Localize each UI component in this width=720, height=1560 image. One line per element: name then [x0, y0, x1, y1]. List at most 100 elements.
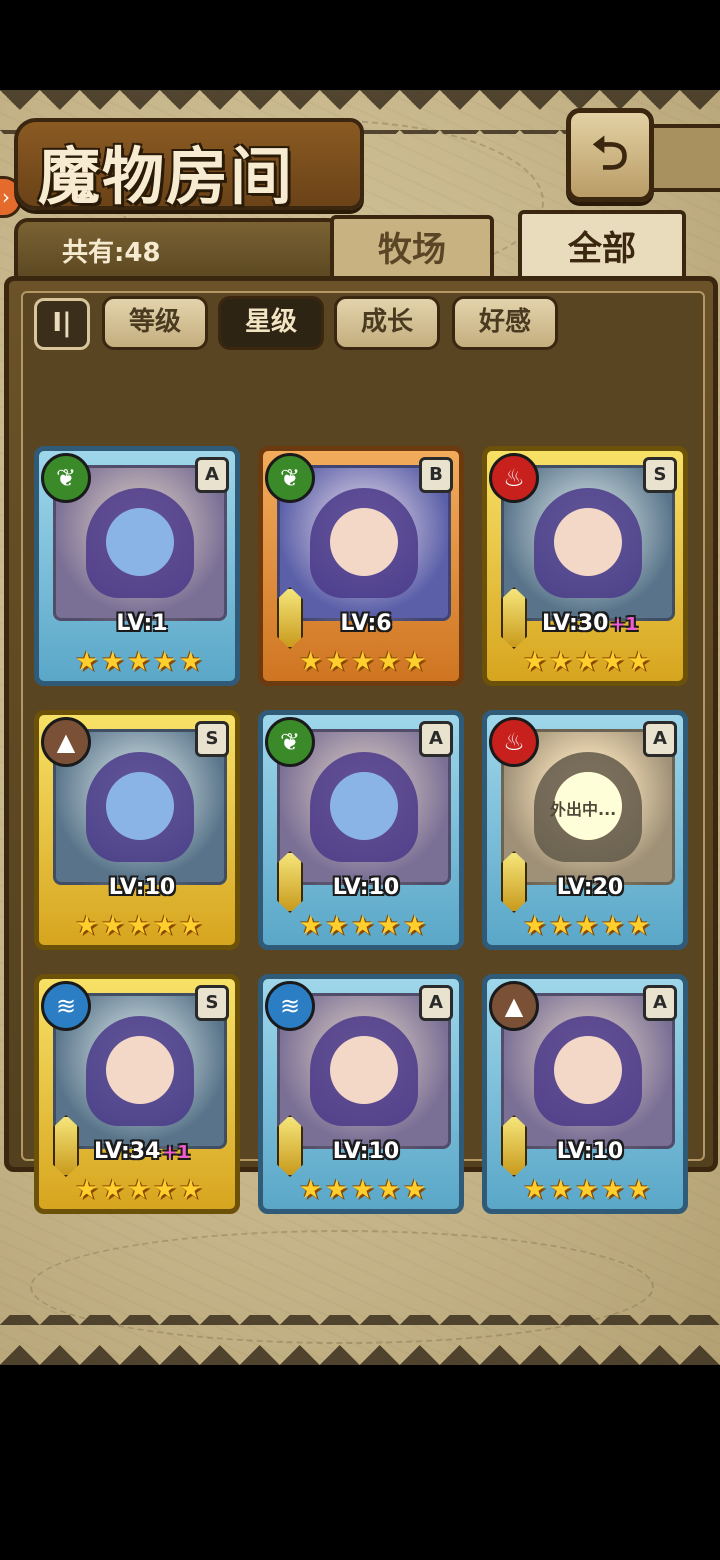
star-icon: ★	[627, 911, 651, 941]
star-icon: ★	[179, 911, 203, 941]
level-bonus: +1	[610, 614, 639, 635]
star-icon: ★	[153, 911, 177, 941]
star-rating: ★ ★ ★ ★ ★	[299, 647, 429, 681]
level-bonus: +1	[162, 1142, 191, 1163]
star-icon: ★	[549, 647, 573, 677]
level-label: LV:6	[340, 611, 392, 636]
rank-badge: S	[643, 457, 677, 493]
star-icon: ★	[299, 1175, 323, 1205]
monster-card[interactable]: ♨ S LV:30 +1 ★ ★ ★ ★ ★	[482, 446, 688, 686]
star-icon: ★	[325, 1175, 349, 1205]
earth-element-icon: ▲	[41, 717, 91, 767]
star-rating: ★ ★ ★ ★ ★	[75, 911, 205, 945]
star-icon: ★	[179, 647, 203, 677]
star-rating: ★ ★ ★ ★ ★	[75, 1175, 205, 1209]
monster-face	[330, 1036, 398, 1104]
star-icon: ★	[101, 1175, 125, 1205]
star-icon: ★	[523, 647, 547, 677]
monster-face	[106, 772, 174, 840]
star-icon: ★	[299, 911, 323, 941]
star-icon: ★	[523, 911, 547, 941]
star-icon: ★	[403, 911, 427, 941]
tab-ranch-label: 牧场	[378, 230, 446, 270]
star-icon: ★	[575, 1175, 599, 1205]
rank-badge: S	[195, 721, 229, 757]
tab-ranch[interactable]: 牧场	[330, 215, 494, 285]
page-title: 魔物房间	[38, 140, 295, 213]
sort-order-icon: I|	[52, 308, 72, 338]
rank-badge: A	[419, 721, 453, 757]
star-icon: ★	[601, 647, 625, 677]
monster-card[interactable]: ≋ S LV:34 +1 ★ ★ ★ ★ ★	[34, 974, 240, 1214]
star-icon: ★	[75, 1175, 99, 1205]
level-label: LV:34 +1	[93, 1139, 191, 1164]
nature-element-icon: ❦	[265, 453, 315, 503]
monster-face	[330, 508, 398, 576]
star-rating: ★ ★ ★ ★ ★	[75, 647, 205, 681]
back-button-rail	[644, 124, 720, 192]
monster-card[interactable]: ≋ A LV:10 ★ ★ ★ ★ ★	[258, 974, 464, 1214]
rank-badge: A	[195, 457, 229, 493]
rank-badge: B	[419, 457, 453, 493]
away-status: 外出中...	[550, 800, 617, 819]
filter-level-label: 等级	[128, 307, 181, 337]
nature-element-icon: ❦	[41, 453, 91, 503]
star-icon: ★	[299, 647, 323, 677]
rank-badge: S	[195, 985, 229, 1021]
back-arrow-icon: ⮌	[591, 126, 629, 180]
star-icon: ★	[351, 1175, 375, 1205]
filter-growth[interactable]: 成长	[334, 296, 440, 350]
level-label: LV:30 +1	[541, 611, 639, 636]
monster-card[interactable]: ❦ A LV:10 ★ ★ ★ ★ ★	[258, 710, 464, 950]
star-icon: ★	[601, 911, 625, 941]
tab-all-label: 全部	[568, 229, 636, 269]
water-element-icon: ≋	[41, 981, 91, 1031]
monster-card[interactable]: ▲ S LV:10 ★ ★ ★ ★ ★	[34, 710, 240, 950]
level-label: LV:10	[332, 1139, 400, 1164]
water-element-icon: ≋	[265, 981, 315, 1031]
title-plate: 魔物房间	[14, 118, 364, 213]
filter-affection[interactable]: 好感	[452, 296, 558, 350]
star-icon: ★	[549, 911, 573, 941]
monster-face	[106, 508, 174, 576]
filter-star[interactable]: 星级	[218, 296, 324, 350]
star-icon: ★	[127, 1175, 151, 1205]
earth-element-icon: ▲	[489, 981, 539, 1031]
star-icon: ★	[127, 647, 151, 677]
star-icon: ★	[75, 911, 99, 941]
rank-badge: A	[419, 985, 453, 1021]
star-icon: ★	[127, 911, 151, 941]
star-rating: ★ ★ ★ ★ ★	[523, 647, 653, 681]
monster-face	[554, 508, 622, 576]
fire-element-icon: ♨	[489, 717, 539, 767]
sort-order-toggle[interactable]: I|	[34, 298, 90, 350]
rank-badge: A	[643, 985, 677, 1021]
star-icon: ★	[377, 647, 401, 677]
monster-card[interactable]: ❦ A LV:1 ★ ★ ★ ★ ★	[34, 446, 240, 686]
star-icon: ★	[75, 647, 99, 677]
star-rating: ★ ★ ★ ★ ★	[299, 911, 429, 945]
star-icon: ★	[549, 1175, 573, 1205]
star-icon: ★	[351, 911, 375, 941]
monster-card[interactable]: 外出中... ♨ A LV:20 ★ ★ ★ ★ ★	[482, 710, 688, 950]
star-icon: ★	[153, 647, 177, 677]
star-icon: ★	[627, 1175, 651, 1205]
filter-star-label: 星级	[244, 307, 297, 337]
monster-card[interactable]: ▲ A LV:10 ★ ★ ★ ★ ★	[482, 974, 688, 1214]
star-icon: ★	[101, 647, 125, 677]
back-button[interactable]: ⮌	[566, 108, 654, 202]
level-label: LV:1	[116, 611, 168, 636]
monster-count: 共有:48	[62, 238, 161, 268]
filter-level[interactable]: 等级	[102, 296, 208, 350]
nature-element-icon: ❦	[265, 717, 315, 767]
level-label: LV:10	[556, 1139, 624, 1164]
star-rating: ★ ★ ★ ★ ★	[523, 1175, 653, 1209]
star-icon: ★	[627, 647, 651, 677]
monster-card[interactable]: ❦ B LV:6 ★ ★ ★ ★ ★	[258, 446, 464, 686]
level-label: LV:10	[108, 875, 176, 900]
monster-face	[554, 1036, 622, 1104]
star-icon: ★	[153, 1175, 177, 1205]
star-icon: ★	[601, 1175, 625, 1205]
level-label: LV:20	[556, 875, 624, 900]
filter-growth-label: 成长	[360, 307, 413, 337]
